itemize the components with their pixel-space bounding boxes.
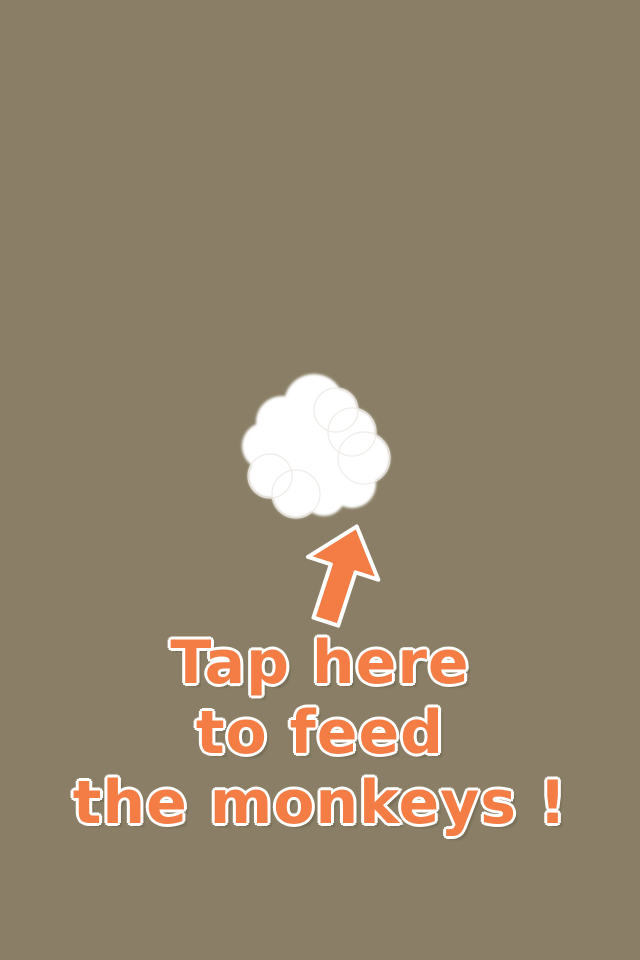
hint-line-2: to feed — [194, 697, 445, 770]
hint-line-1: Tap here — [169, 627, 470, 700]
hint-line-3: the monkeys ! — [71, 767, 568, 840]
food-tap-target[interactable] — [236, 366, 396, 526]
up-arrow-icon — [296, 520, 386, 630]
cloud-food-icon — [242, 374, 391, 519]
game-scene: Tap here to feed the monkeys ! — [0, 0, 640, 960]
feed-hint-text: Tap here to feed the monkeys ! — [0, 627, 640, 840]
